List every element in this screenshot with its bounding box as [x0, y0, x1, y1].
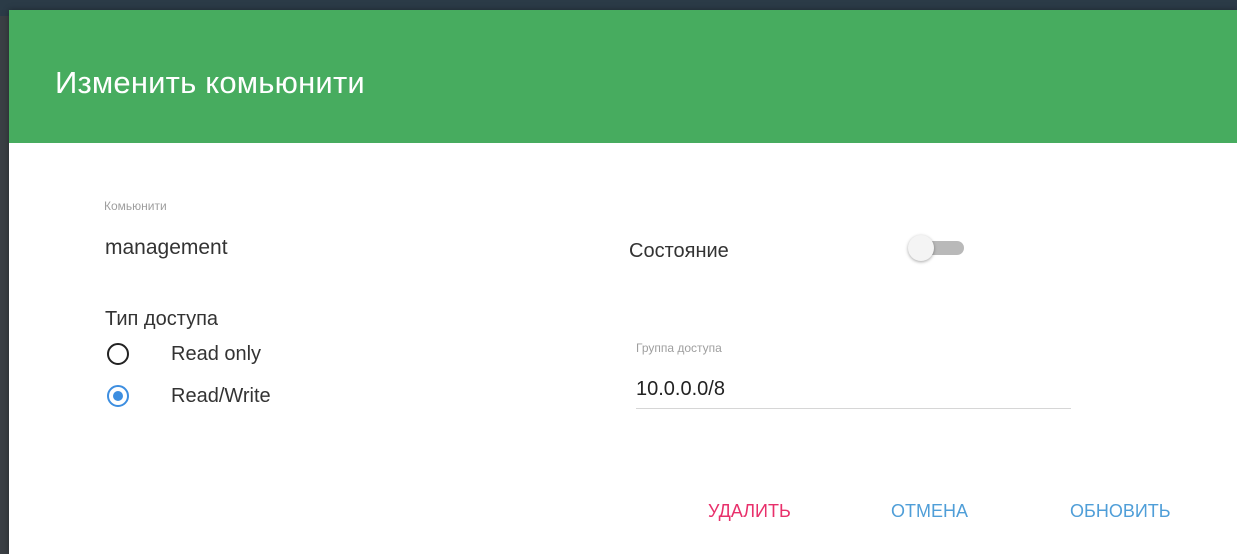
- access-type-label: Тип доступа: [105, 308, 219, 330]
- radio-selected-dot: [113, 391, 123, 401]
- cancel-button[interactable]: ОТМЕНА: [885, 497, 974, 526]
- access-group-caption: Группа доступа: [636, 341, 722, 355]
- background-app-edge: [0, 16, 9, 554]
- state-toggle[interactable]: [904, 233, 976, 263]
- radio-read-only[interactable]: Read only: [107, 339, 261, 369]
- radio-read-only-circle[interactable]: [107, 343, 129, 365]
- radio-read-write-label: Read/Write: [171, 384, 271, 407]
- community-caption: Комьюнити: [104, 199, 167, 213]
- community-value: management: [105, 236, 228, 259]
- access-group-input[interactable]: [636, 370, 1071, 409]
- radio-read-write[interactable]: Read/Write: [107, 381, 271, 411]
- state-label: Состояние: [629, 240, 729, 262]
- radio-read-write-circle[interactable]: [107, 385, 129, 407]
- edit-community-dialog: Изменить комьюнити Комьюнити management …: [9, 10, 1237, 554]
- update-button[interactable]: ОБНОВИТЬ: [1064, 497, 1177, 526]
- dialog-header: Изменить комьюнити: [9, 10, 1237, 143]
- radio-read-only-label: Read only: [171, 342, 262, 365]
- toggle-knob[interactable]: [908, 235, 934, 261]
- delete-button[interactable]: УДАЛИТЬ: [702, 497, 797, 526]
- dialog-title: Изменить комьюнити: [55, 65, 365, 100]
